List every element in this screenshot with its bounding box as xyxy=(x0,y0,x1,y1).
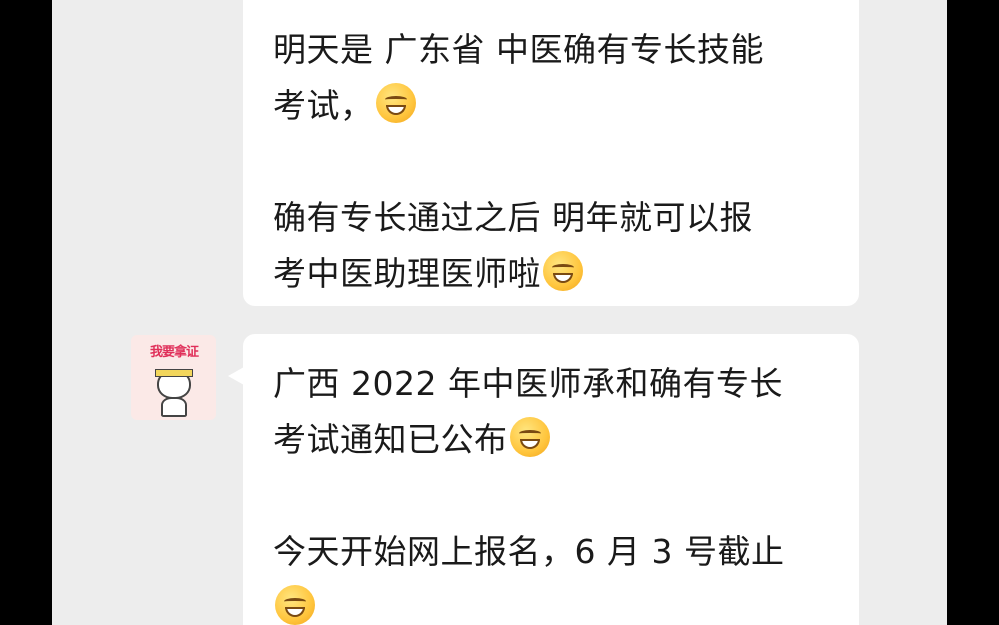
message-line: 确有专长通过之后 明年就可以报 xyxy=(273,190,829,246)
smiling-emoji-icon xyxy=(375,83,416,123)
avatar-body-icon xyxy=(161,397,187,417)
message-text: 确有专长通过之后 明年就可以报 xyxy=(273,198,753,237)
grinning-emoji-icon xyxy=(275,585,315,625)
grinning-emoji-icon xyxy=(543,251,583,291)
message-text: 考试， xyxy=(273,86,374,125)
message-text: 考试通知已公布 xyxy=(273,420,508,459)
message-line: 考试， xyxy=(273,78,829,134)
message-text: 明天是 广东省 中医确有专长技能 xyxy=(273,30,764,69)
blushing-emoji-icon xyxy=(509,417,550,457)
message-text: 考中医助理医师啦 xyxy=(273,254,541,293)
message-line-blank xyxy=(273,134,829,190)
message-line: 明天是 广东省 中医确有专长技能 xyxy=(273,22,829,78)
message-line-blank xyxy=(273,468,829,524)
message-bubble[interactable]: 明天是 广东省 中医确有专长技能 考试， 确有专长通过之后 明年就可以报 考中医… xyxy=(243,0,859,306)
message-line xyxy=(273,580,829,625)
avatar-headband-icon xyxy=(155,369,193,377)
avatar[interactable]: 我要拿证 xyxy=(131,335,216,420)
message-text: 今天开始网上报名，6 月 3 号截止 xyxy=(273,532,785,571)
message-bubble[interactable]: 广西 2022 年中医师承和确有专长 考试通知已公布 今天开始网上报名，6 月 … xyxy=(243,334,859,625)
message-line: 今天开始网上报名，6 月 3 号截止 xyxy=(273,524,829,580)
message-line: 考试通知已公布 xyxy=(273,412,829,468)
message-line: 考中医助理医师啦 xyxy=(273,246,829,302)
chat-area[interactable]: 明天是 广东省 中医确有专长技能 考试， 确有专长通过之后 明年就可以报 考中医… xyxy=(52,0,947,625)
message-text: 广西 2022 年中医师承和确有专长 xyxy=(273,364,783,403)
avatar-caption: 我要拿证 xyxy=(149,345,199,360)
bubble-tail xyxy=(228,367,244,385)
message-line: 广西 2022 年中医师承和确有专长 xyxy=(273,356,829,412)
